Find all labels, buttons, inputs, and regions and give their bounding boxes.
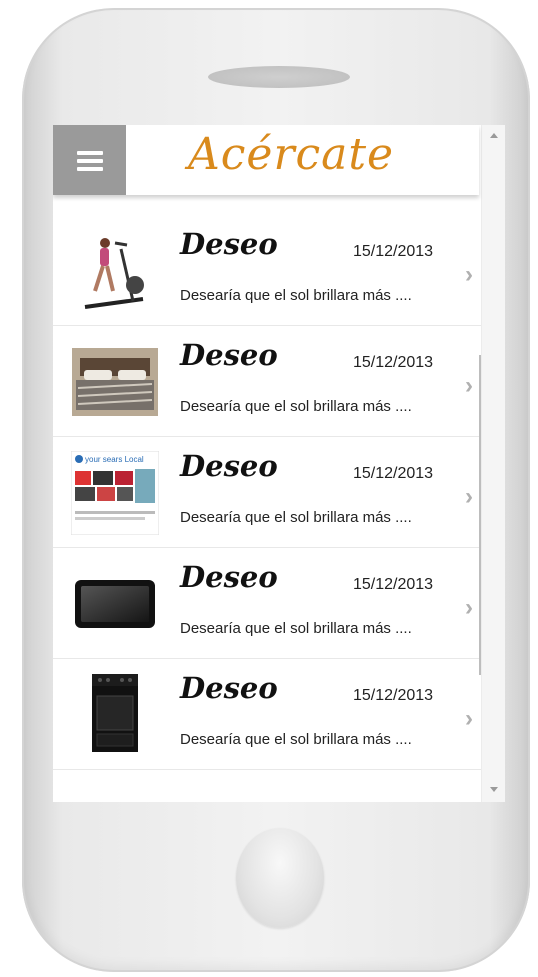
list-item[interactable]: Deseo 15/12/2013 Desearía que el sol bri… [53,659,481,770]
list-item[interactable]: Deseo 15/12/2013 Desearía que el sol bri… [53,326,481,437]
hamburger-line [77,159,103,163]
item-title: Deseo [180,671,278,705]
stove-image [71,673,159,757]
list-item[interactable]: Deseo 15/12/2013 Desearía que el sol bri… [53,215,481,326]
flyer-text: your sears Local [85,455,144,464]
chevron-right-icon: › [465,705,473,732]
elliptical-machine-image [71,229,159,313]
scrollbar[interactable] [481,125,505,802]
menu-button[interactable] [53,125,126,195]
bed-image [71,340,159,424]
item-date: 15/12/2013 [353,354,434,371]
item-date: 15/12/2013 [353,687,434,704]
list-item[interactable]: Deseo 15/12/2013 Desearía que el sol bri… [53,548,481,659]
item-date: 15/12/2013 [353,576,434,593]
item-date: 15/12/2013 [353,243,434,260]
item-description: Desearía que el sol brillara más .... [180,398,412,415]
hamburger-menu-icon [77,151,103,155]
item-description: Desearía que el sol brillara más .... [180,731,412,748]
item-title: Deseo [180,338,278,372]
app-screen: Acércate Deseo 15/12/2013 Desearía que e… [53,125,505,802]
list-item[interactable]: your sears Local Deseo 15/12/2013 Desear… [53,437,481,548]
chevron-right-icon: › [465,372,473,399]
phone-speaker [208,66,350,88]
tablet-image [71,562,159,646]
item-description: Desearía que el sol brillara más .... [180,620,412,637]
app-header: Acércate [53,125,479,195]
sears-flyer-image: your sears Local [71,451,159,535]
scroll-up-icon[interactable] [490,133,498,138]
chevron-right-icon: › [465,594,473,621]
chevron-right-icon: › [465,483,473,510]
item-title: Deseo [180,227,278,261]
app-logo: Acércate [188,129,395,180]
item-description: Desearía que el sol brillara más .... [180,509,412,526]
item-title: Deseo [180,560,278,594]
chevron-right-icon: › [465,261,473,288]
scroll-down-icon[interactable] [490,787,498,792]
hamburger-line [77,167,103,171]
item-description: Desearía que el sol brillara más .... [180,287,412,304]
item-title: Deseo [180,449,278,483]
wish-list: Deseo 15/12/2013 Desearía que el sol bri… [53,215,481,770]
home-button[interactable] [236,828,324,928]
item-date: 15/12/2013 [353,465,434,482]
